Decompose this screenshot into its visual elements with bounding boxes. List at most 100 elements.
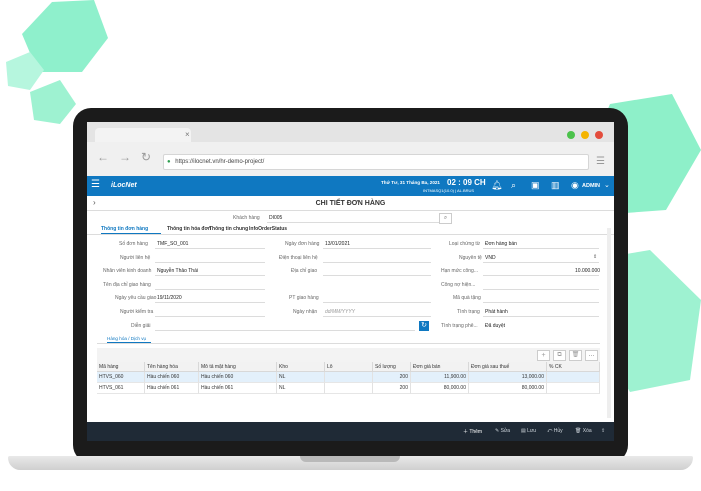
forward-icon[interactable]: →	[119, 150, 131, 164]
app-logo[interactable]: iLocNet	[111, 182, 137, 189]
received-date-label: Ngày nhận	[293, 309, 318, 315]
field-underline	[323, 302, 431, 303]
field-underline	[155, 330, 415, 331]
sales-staff-label: Nhân viên kinh doanh	[103, 268, 152, 274]
scrollbar[interactable]	[607, 228, 611, 418]
table-row[interactable]: HTVS_061 Hàu chiến 061 Hàu chiến 061 NL …	[97, 383, 600, 394]
approval-status-label: Tình trạng phê...	[441, 323, 478, 329]
received-date-value[interactable]: dd/MM/YYYY	[325, 309, 355, 315]
cell-lot	[325, 383, 373, 394]
column-header[interactable]: Đơn giá sau thuế	[469, 362, 547, 372]
contact-phone-label: Điện thoại liên hệ	[279, 255, 318, 261]
cell-item-name: Hàu chiến 060	[145, 372, 199, 383]
hamburger-menu-icon[interactable]: ☰	[91, 179, 100, 190]
column-header[interactable]: Tên hàng hóa	[145, 362, 199, 372]
copy-row-icon[interactable]: ⧉	[553, 350, 566, 361]
status-value[interactable]: Phát hành	[485, 309, 508, 315]
bell-icon[interactable]: 🔔︎	[491, 180, 502, 191]
cell-price-after-tax: 80,000.00	[469, 383, 547, 394]
add-button[interactable]: ＋ Thêm	[463, 428, 482, 435]
customer-value[interactable]: DI005	[269, 215, 282, 221]
order-date-value[interactable]: 13/01/2021	[325, 241, 350, 247]
cell-item-code: HTVS_061	[97, 383, 145, 394]
grid-toolbar	[97, 348, 600, 362]
user-name[interactable]: ADMIN	[582, 183, 600, 189]
field-underline	[483, 302, 599, 303]
field-underline	[155, 302, 265, 303]
chart-icon[interactable]: ▥	[551, 180, 560, 191]
credit-limit-value[interactable]: 10.000.000	[575, 268, 600, 274]
delivery-address-name-label: Tên địa chỉ giao hàng	[103, 282, 151, 288]
tab-general-info[interactable]: Thông tin chung	[209, 226, 248, 232]
maximize-dot-icon[interactable]	[567, 131, 575, 139]
table-row[interactable]: HTVS_060 Hàu chiến 060 Hàu chiến 060 NL …	[97, 372, 600, 383]
field-underline	[155, 248, 265, 249]
voucher-type-value[interactable]: Đơn hàng bán	[485, 241, 517, 247]
column-header[interactable]: Mô tả mặt hàng	[199, 362, 277, 372]
tab-order-info[interactable]: Thông tin đơn hàng	[101, 226, 148, 232]
requested-delivery-value[interactable]: 19/11/2020	[157, 295, 182, 301]
approval-status-value[interactable]: Đã duyệt	[485, 323, 505, 329]
tabs-divider	[87, 234, 614, 235]
order-number-value[interactable]: TMF_SO_001	[157, 241, 188, 247]
field-underline	[323, 316, 431, 317]
app-header: ☰ iLocNet Thứ Tư, 31 Tháng Ba, 2021 02 :…	[87, 176, 614, 196]
detail-divider	[97, 343, 600, 344]
column-header[interactable]: Đơn giá bán	[411, 362, 469, 372]
share-icon[interactable]: ⇪	[601, 428, 605, 434]
column-header[interactable]: Lô	[325, 362, 373, 372]
url-text: https://ilocnet.vn/hr-demo-project/	[175, 159, 265, 165]
field-underline	[483, 275, 599, 276]
field-underline	[483, 248, 599, 249]
cancel-button[interactable]: ⤺ Hủy	[547, 428, 563, 434]
header-datetime: Thứ Tư, 31 Tháng Ba, 2021	[381, 180, 440, 185]
cell-quantity: 200	[373, 372, 411, 383]
header-subinfo: INTMASQ1(10.0) | AL.BRUS	[423, 188, 475, 193]
back-icon[interactable]: ←	[97, 150, 109, 164]
column-header[interactable]: Mã hàng	[97, 362, 145, 372]
contact-icon[interactable]: ▣	[531, 180, 540, 191]
chevron-down-icon[interactable]: ⌄	[604, 181, 610, 189]
currency-value[interactable]: VND	[485, 255, 496, 261]
close-tab-icon[interactable]: ×	[185, 130, 190, 139]
edit-button[interactable]: ✎ Sửa	[495, 428, 510, 434]
search-icon[interactable]: ⌕	[511, 180, 516, 191]
currency-dropdown-icon[interactable]: ⇕	[593, 254, 597, 260]
reload-icon[interactable]: ↻	[141, 150, 151, 164]
column-header[interactable]: Kho	[277, 362, 325, 372]
cell-quantity: 200	[373, 383, 411, 394]
page-title: CHI TIẾT ĐƠN HÀNG	[315, 200, 386, 207]
add-row-icon[interactable]: +	[537, 350, 550, 361]
refresh-icon[interactable]: ↻	[419, 321, 429, 331]
customer-label: Khách hàng	[233, 215, 260, 221]
browser-menu-icon[interactable]: ☰	[596, 156, 605, 167]
edit-button-label: Sửa	[500, 428, 511, 434]
address-bar[interactable]: ● https://ilocnet.vn/hr-demo-project/	[163, 154, 589, 170]
more-icon[interactable]: …	[585, 350, 598, 361]
field-underline	[483, 262, 599, 263]
cell-lot	[325, 372, 373, 383]
browser-chrome: × ← → ↻ ● https://ilocnet.vn/hr-demo-pro…	[87, 122, 614, 176]
sales-staff-value[interactable]: Nguyễn Thảo Thái	[157, 268, 198, 274]
column-header[interactable]: % CK	[547, 362, 600, 372]
action-footer: ＋ Thêm ✎ Sửa ▤ Lưu ⤺ Hủy 🗑︎ Xóa ⇪	[87, 422, 614, 441]
cell-warehouse: NL	[277, 383, 325, 394]
lock-icon: ●	[167, 159, 171, 165]
contact-person-label: Người liên hệ	[120, 255, 151, 261]
shipping-method-label: PT giao hàng	[289, 295, 319, 301]
user-icon[interactable]: ◉	[571, 180, 579, 191]
delete-button[interactable]: 🗑︎ Xóa	[575, 428, 592, 434]
column-header[interactable]: Số lượng	[373, 362, 411, 372]
save-button[interactable]: ▤ Lưu	[521, 428, 536, 434]
cell-unit-price: 11,900.00	[411, 372, 469, 383]
tab-order-status[interactable]: InfoOrderStatus	[249, 226, 287, 232]
delete-row-icon[interactable]: 🗑︎	[569, 350, 582, 361]
customer-search-icon[interactable]: ⌕	[439, 213, 452, 224]
minimize-dot-icon[interactable]	[581, 131, 589, 139]
cell-price-after-tax: 13,000.00	[469, 372, 547, 383]
close-dot-icon[interactable]	[595, 131, 603, 139]
tab-goods-services[interactable]: Hàng hóa / Dịch vụ	[107, 336, 146, 341]
tab-invoice-info[interactable]: Thông tin hóa đơn	[167, 226, 211, 232]
browser-tab[interactable]	[95, 128, 191, 142]
gift-code-label: Mã quà tặng	[453, 295, 481, 301]
